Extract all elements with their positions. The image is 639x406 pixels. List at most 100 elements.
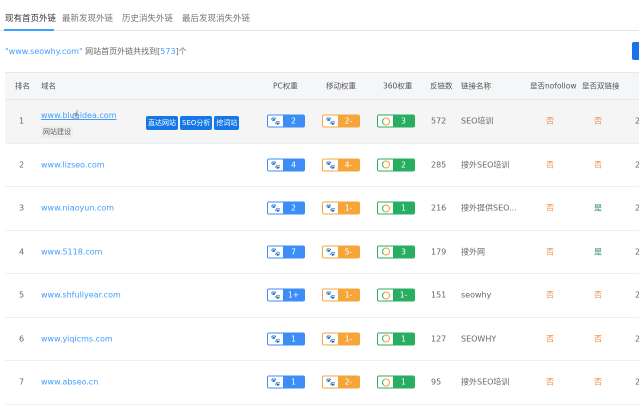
baidu-paw-icon: 🐾 [323,376,338,388]
link-name: 搜外网 [461,247,485,257]
double-link-value: 否 [594,116,602,126]
360-weight-badge: 3 [377,114,415,128]
baidu-paw-icon: 🐾 [268,159,283,171]
rank: 4 [19,247,25,257]
mobile-weight-badge: 🐾 1- [322,201,360,215]
domain-link[interactable]: www.yiqicms.com [41,334,113,343]
rank: 5 [19,290,25,300]
backlink-count: 285 [431,160,447,170]
nofollow-value: 否 [546,290,554,300]
extra-value: 2 [635,377,639,387]
table-row: 1 www.blueidea.com 网站建设 直达网站 SEO分析 挖词站 🐾 2 🐾 2… [5,100,639,144]
baidu-paw-icon: 🐾 [268,202,283,214]
domain-link[interactable]: www.niaoyun.com [41,204,114,213]
domain-link[interactable]: www.lizseo.com [41,160,105,169]
tab-current-links[interactable]: 现有首页外链 [5,12,56,24]
backlink-count: 179 [431,247,447,257]
baidu-paw-icon: 🐾 [323,289,338,301]
header-backlinks: 反链数 [430,81,453,91]
link-name: 搜外提供SEO... [461,203,517,213]
double-link-value: 否 [594,377,602,387]
backlink-count: 216 [431,203,447,213]
action-button-0[interactable]: 直达网站 [146,116,178,131]
header-360: 360权重 [383,81,413,91]
backlink-count: 127 [431,334,447,344]
table-row: 7 www.abseo.cn 🐾 1 🐾 2- 1 95 搜外SEO培训 否 否 2 [5,361,639,405]
pc-weight-badge: 🐾 2 [267,201,305,215]
action-button-2[interactable]: 挖词站 [214,116,240,131]
nofollow-value: 否 [546,377,554,387]
double-link-value: 否 [594,290,602,300]
double-link-value: 是 [594,247,602,257]
extra-value: 2 [635,116,639,126]
mobile-weight-badge: 🐾 1- [322,332,360,346]
extra-value: 2 [635,160,639,170]
baidu-paw-icon: 🐾 [323,246,338,258]
360-logo-icon [378,289,393,301]
rank: 2 [19,160,25,170]
double-link-value: 否 [594,334,602,344]
360-logo-icon [378,115,393,127]
360-logo-icon [378,159,393,171]
table-header: 排名 域名 PC权重 移动权重 360权重 反链数 链接名称 是否nofollo… [5,72,639,100]
side-button[interactable] [632,42,639,60]
summary-count: 573 [160,47,176,56]
tab-bar: 现有首页外链 最新发现外链 历史消失外链 最后发现消失外链 [0,0,639,31]
extra-value: 2 [635,334,639,344]
domain-link[interactable]: www.5118.com [41,247,102,256]
link-name: seowhy [461,290,492,300]
nofollow-value: 否 [546,116,554,126]
summary-domain: "www.seowhy.com" [5,47,83,56]
link-name: SEO培训 [461,116,494,126]
tab-last-lost[interactable]: 最后发现消失外链 [182,12,250,24]
rank: 3 [19,203,25,213]
pc-weight: 7 [283,246,304,258]
table-row: 4 www.5118.com 🐾 7 🐾 5- 3 179 搜外网 否 是 2 [5,231,639,274]
header-mobile: 移动权重 [326,81,356,91]
domain-link[interactable]: www.abseo.cn [41,378,98,387]
tab-lost-history[interactable]: 历史消失外链 [122,12,173,24]
rank: 1 [19,116,25,126]
pc-weight: 4 [283,159,304,171]
mobile-weight: 1- [338,202,359,214]
360-weight-badge: 3 [377,245,415,259]
mobile-weight: 1- [338,289,359,301]
nofollow-value: 否 [546,247,554,257]
header-nofollow: 是否nofollow [530,81,577,91]
header-domain: 域名 [41,81,56,91]
360-weight: 1- [393,289,414,301]
site-tag: 网站建设 [41,126,73,138]
pc-weight-badge: 🐾 1 [267,375,305,389]
360-logo-icon [378,202,393,214]
360-weight: 3 [393,246,414,258]
baidu-paw-icon: 🐾 [268,289,283,301]
rank: 6 [19,334,25,344]
360-weight-badge: 1 [377,332,415,346]
domain-link[interactable]: www.shfullyear.com [41,291,121,300]
baidu-paw-icon: 🐾 [268,376,283,388]
table-row: 6 www.yiqicms.com 🐾 1 🐾 1- 1 127 SEOWHY 否 否 … [5,318,639,361]
baidu-paw-icon: 🐾 [268,246,283,258]
extra-value: 2 [635,203,639,213]
nofollow-value: 否 [546,334,554,344]
pc-weight: 1 [283,333,304,345]
extra-value: 2 [635,290,639,300]
mobile-weight-badge: 🐾 1- [322,288,360,302]
360-weight: 3 [393,115,414,127]
tab-new-links[interactable]: 最新发现外链 [62,12,113,24]
header-double: 是否双链接 [582,81,620,91]
pc-weight-badge: 🐾 1+ [267,288,305,302]
mobile-weight: 2- [338,115,359,127]
nofollow-value: 否 [546,160,554,170]
pc-weight-badge: 🐾 1 [267,332,305,346]
360-weight-badge: 2 [377,158,415,172]
mobile-weight: 4- [338,159,359,171]
360-weight: 1 [393,376,414,388]
360-weight-badge: 1 [377,201,415,215]
baidu-paw-icon: 🐾 [323,159,338,171]
360-weight-badge: 1 [377,375,415,389]
360-logo-icon [378,333,393,345]
table-row: 3 www.niaoyun.com 🐾 2 🐾 1- 1 216 搜外提供SEO... … [5,187,639,231]
nofollow-value: 否 [546,203,554,213]
action-button-1[interactable]: SEO分析 [180,116,213,131]
